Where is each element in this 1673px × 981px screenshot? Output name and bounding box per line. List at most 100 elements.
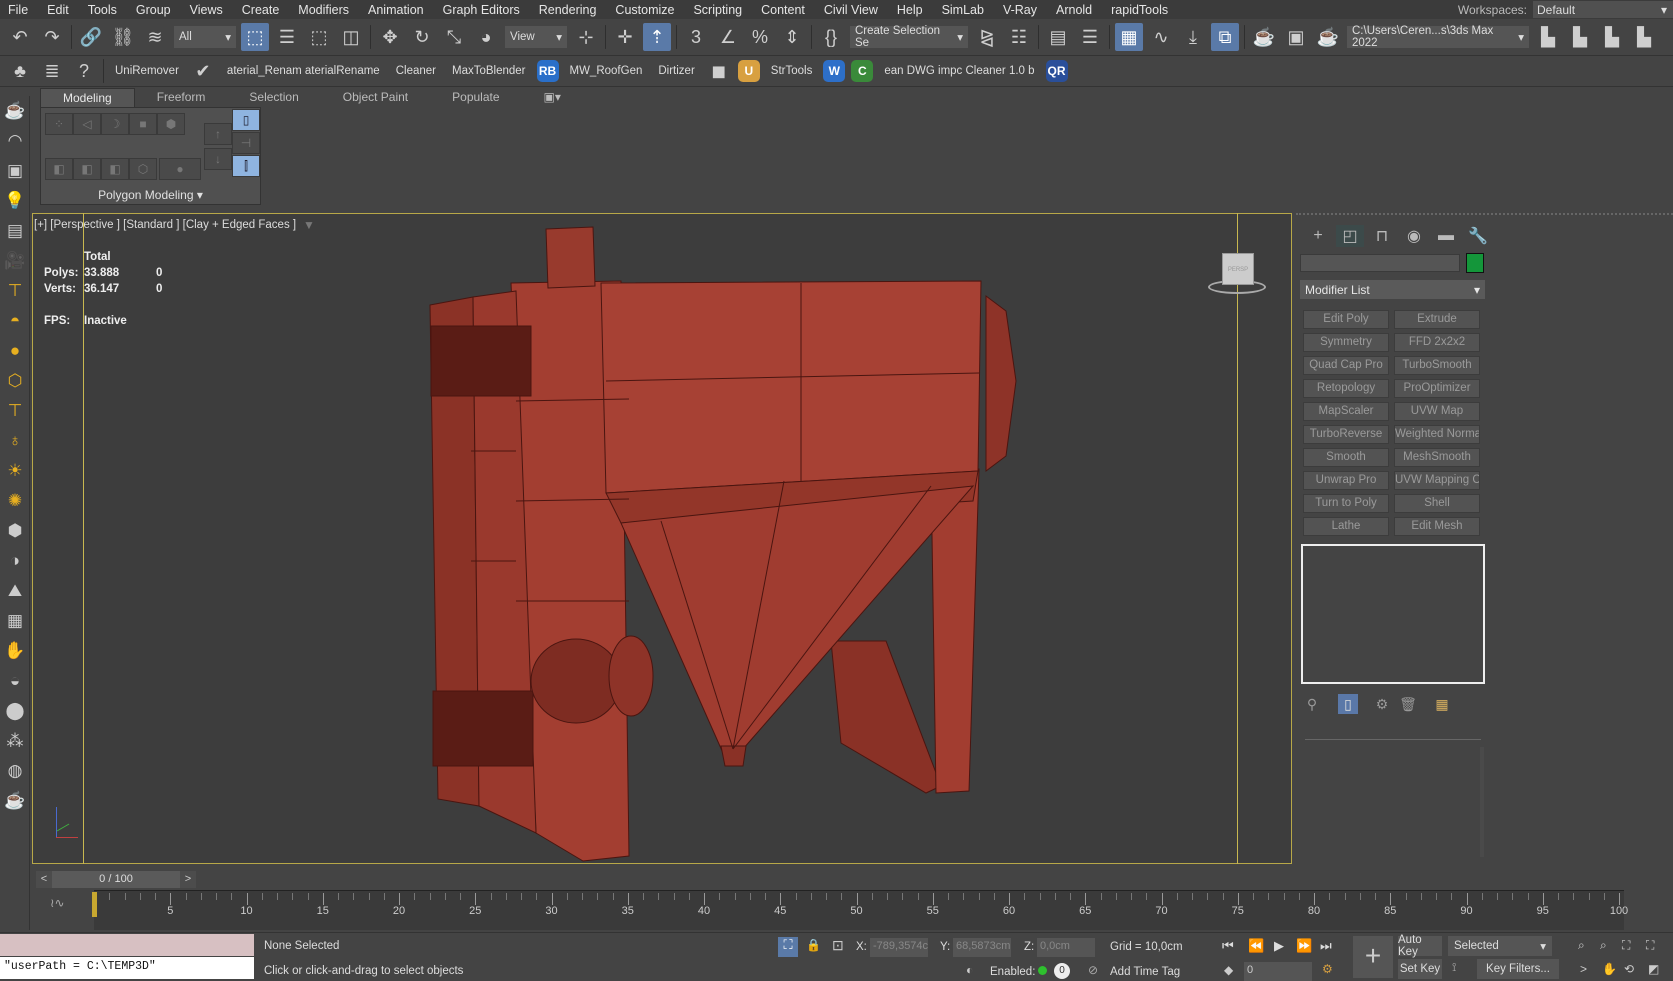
time-cursor[interactable] [92, 892, 97, 917]
paint-bucket-icon[interactable]: ◼ [705, 57, 733, 85]
time-slider-value[interactable]: 0 / 100 [52, 871, 180, 888]
menu-group[interactable]: Group [128, 3, 182, 17]
modifier-button[interactable]: Edit Mesh [1394, 517, 1480, 536]
key-mode-icon[interactable]: ◆ [1224, 963, 1233, 977]
add-time-tag-label[interactable]: Add Time Tag [1110, 966, 1180, 978]
modifier-stack[interactable] [1301, 544, 1485, 684]
filter-icon[interactable]: ▼ [303, 218, 315, 232]
current-frame-field[interactable]: 0 [1244, 962, 1312, 981]
select-poly-icon[interactable]: ◧ [101, 158, 129, 180]
modifier-button[interactable]: UVW Map [1394, 402, 1480, 421]
make-unique-icon[interactable]: ⚙ [1372, 694, 1392, 714]
menu-civil-view[interactable]: Civil View [816, 3, 889, 17]
sunburst-icon[interactable]: ✺ [0, 486, 30, 516]
modifier-button[interactable]: Weighted Normals [1394, 425, 1480, 444]
menu-graph-editors[interactable]: Graph Editors [435, 3, 531, 17]
placement-icon[interactable]: ◕ [472, 23, 500, 51]
ribbon-options-icon[interactable]: ▣▾ [522, 88, 583, 107]
pivot-icon[interactable]: ⊹ [572, 23, 600, 51]
project-structure-icon[interactable]: ▙ [1598, 23, 1626, 51]
menu-arnold[interactable]: Arnold [1048, 3, 1103, 17]
menu-tools[interactable]: Tools [80, 3, 128, 17]
show-end-result-icon[interactable]: ▯ [232, 109, 260, 131]
tab-motion-icon[interactable]: ◉ [1400, 225, 1428, 247]
modifier-button[interactable]: Retopology [1303, 379, 1389, 398]
scale-icon[interactable]: ⤡ [440, 23, 468, 51]
show-end-result-icon[interactable]: ▯ [1338, 694, 1358, 714]
maxscript-input[interactable]: "userPath = C:\TEMP3D" [0, 957, 254, 979]
ribbon-panel-title[interactable]: Polygon Modeling ▾ [41, 186, 260, 204]
modifier-button[interactable]: FFD 2x2x2 [1394, 333, 1480, 352]
trash-icon[interactable]: 🗑 [1398, 694, 1418, 714]
maxscript-listener-output[interactable] [0, 934, 254, 956]
project-settings-icon[interactable]: ▙ [1630, 23, 1658, 51]
modifier-button[interactable]: Edit Poly [1303, 310, 1389, 329]
link-icon[interactable]: 🔗 [77, 23, 105, 51]
redo-icon[interactable]: ↷ [38, 23, 66, 51]
select-object-icon[interactable]: ⬚ [241, 23, 269, 51]
key-filters-button[interactable]: Key Filters... [1477, 959, 1559, 979]
menu-create[interactable]: Create [234, 3, 291, 17]
zoom-icon[interactable]: ⌕ [1578, 938, 1585, 953]
modifier-button[interactable]: MapScaler [1303, 402, 1389, 421]
menu-file[interactable]: File [0, 3, 39, 17]
tab-utilities-icon[interactable]: 🔧 [1464, 225, 1492, 247]
key-filter-icon[interactable]: ⟟ [1452, 960, 1456, 975]
menu-scripting[interactable]: Scripting [685, 3, 753, 17]
curve-editor-icon[interactable]: ∿ [1147, 23, 1175, 51]
scene-explorer-icon[interactable]: ▤ [1044, 23, 1072, 51]
modifier-button[interactable]: Shell [1394, 494, 1480, 513]
menu-modifiers[interactable]: Modifiers [290, 3, 360, 17]
y-coordinate-field[interactable]: 68,5873cm [953, 938, 1011, 957]
menu-views[interactable]: Views [182, 3, 234, 17]
script-button[interactable]: MW_RoofGen [570, 65, 643, 77]
zoom-all-icon[interactable]: ⌕ [1600, 938, 1607, 953]
drop-icon[interactable]: ◍ [0, 756, 30, 786]
soft-select-icon[interactable]: ⬡ [129, 158, 157, 180]
move-icon[interactable]: ✥ [376, 23, 404, 51]
snap-3d-icon[interactable]: 3 [682, 23, 710, 51]
rendered-frame-icon[interactable]: ▣ [1282, 23, 1310, 51]
dome-icon[interactable]: ◓ [0, 306, 30, 336]
object-name-field[interactable] [1300, 254, 1460, 272]
project-folder-icon[interactable]: ▙ [1534, 23, 1562, 51]
rotate-icon[interactable]: ↻ [408, 23, 436, 51]
tab-modify-icon[interactable]: ◰ [1336, 225, 1364, 247]
script-button[interactable]: StrTools [771, 65, 813, 77]
list-icon[interactable]: ≣ [38, 57, 66, 85]
script-button[interactable]: MaxToBlender [452, 65, 526, 77]
rectangle-selection-icon[interactable]: ⬚ [305, 23, 333, 51]
tab-hierarchy-icon[interactable]: ⊓ [1368, 225, 1396, 247]
window-crossing-icon[interactable]: ◫ [337, 23, 365, 51]
toolbar-dropdown[interactable]: C:\Users\Ceren...s\3ds Max 2022 ▾ [1347, 25, 1529, 49]
schematic-view-icon[interactable]: ⧉ [1211, 23, 1239, 51]
menu-rendering[interactable]: Rendering [531, 3, 608, 17]
viewcube[interactable]: PERSP [1200, 250, 1274, 296]
next-key-icon[interactable]: ⏩ [1296, 938, 1312, 954]
script-button[interactable]: aterial_Renam aterialRename [227, 65, 380, 77]
select-edge-icon[interactable]: ◧ [73, 158, 101, 180]
render-icon[interactable]: ☕ [1314, 23, 1342, 51]
light-icon[interactable]: 💡 [0, 186, 30, 216]
select-vertex-icon[interactable]: ◧ [45, 158, 73, 180]
panel-scrollbar[interactable] [1480, 747, 1484, 857]
modifier-button[interactable]: Lathe [1303, 517, 1389, 536]
previous-key-icon[interactable]: ⏪ [1248, 938, 1264, 954]
pan-icon[interactable]: ✋ [1602, 962, 1617, 976]
menu-v-ray[interactable]: V-Ray [995, 3, 1048, 17]
unlink-icon[interactable]: ⛓ [109, 23, 137, 51]
tab-freeform[interactable]: Freeform [135, 88, 228, 107]
script-badge-icon[interactable]: C [851, 60, 874, 82]
next-frame-button[interactable]: > [180, 871, 196, 888]
modifier-button[interactable]: Unwrap Pro [1303, 471, 1389, 490]
menu-rapidtools[interactable]: rapidTools [1103, 3, 1179, 17]
keyboard-override-icon[interactable]: ⇡ [643, 23, 671, 51]
help-icon[interactable]: ? [70, 57, 98, 85]
orbit-icon[interactable]: ⟲ [1624, 962, 1634, 976]
modifier-list-dropdown[interactable]: Modifier List ▾ [1300, 280, 1485, 299]
time-slider[interactable]: < 0 / 100 > [36, 871, 196, 888]
cube-icon[interactable]: ⬢ [0, 516, 30, 546]
set-key-button[interactable]: Set Key [1398, 959, 1442, 979]
material-icon[interactable]: ◑ [0, 546, 30, 576]
teapot-icon[interactable]: ☕ [0, 96, 30, 126]
